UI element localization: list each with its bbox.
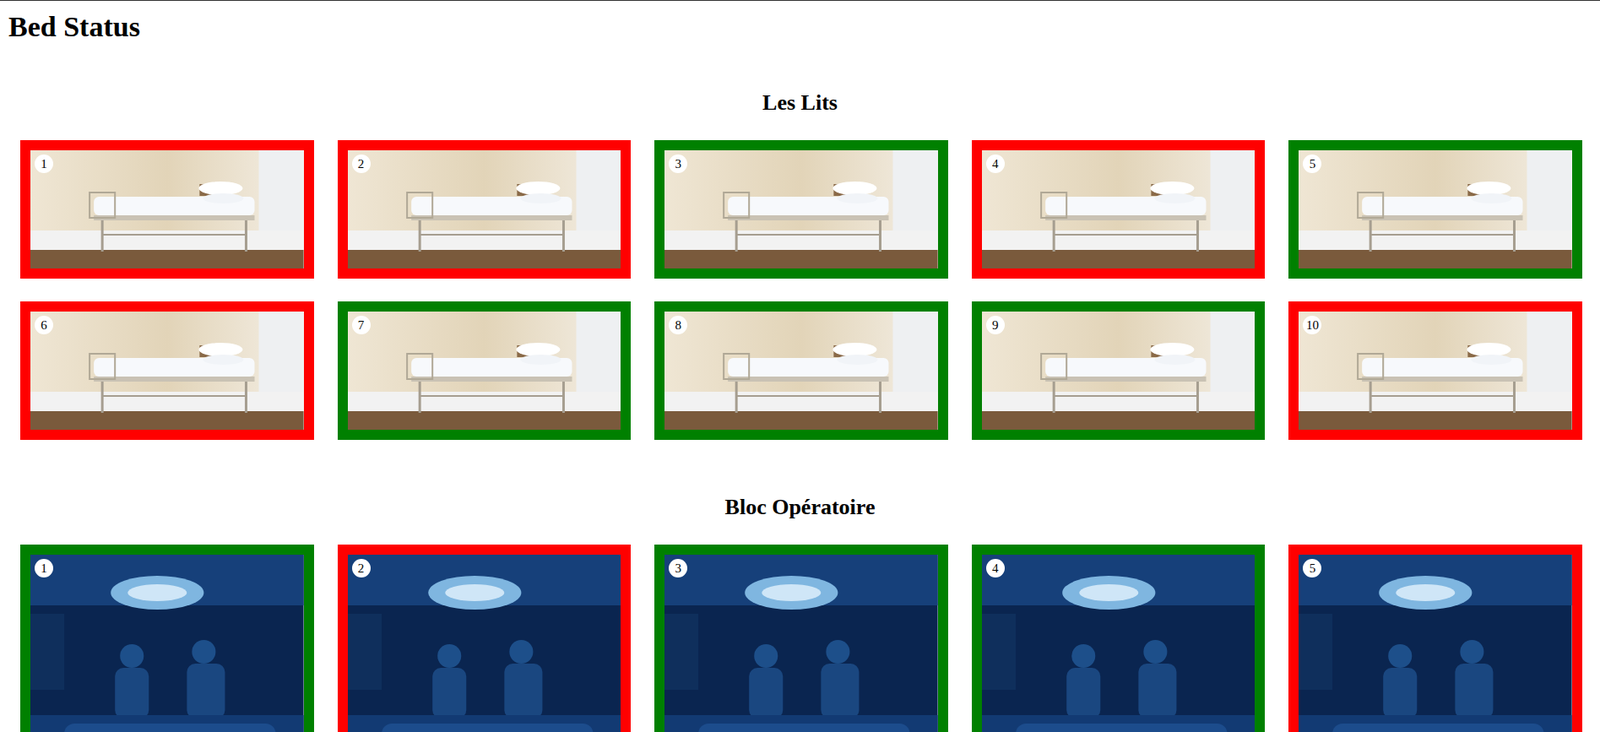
bed-photo — [981, 150, 1256, 269]
bed-photo — [981, 311, 1256, 430]
bed-card[interactable]: 2 — [337, 140, 632, 279]
bed-photo — [347, 150, 622, 269]
bed-card[interactable]: 5 — [1288, 140, 1583, 279]
operating-room-card[interactable]: 2 — [337, 544, 632, 732]
bed-photo — [664, 311, 939, 430]
page: Bed Status Les Lits 1 2 3 4 5 6 7 8 9 10 Bloc Opérat… — [0, 0, 1600, 732]
operating-room-photo — [30, 554, 304, 732]
number-badge: 9 — [986, 315, 1005, 335]
bed-photo — [1298, 311, 1573, 430]
bed-photo — [1298, 150, 1573, 269]
number-badge: 6 — [34, 315, 54, 335]
operating-room-photo — [981, 554, 1256, 732]
page-title: Bed Status — [8, 10, 1600, 44]
number-badge: 1 — [34, 558, 54, 578]
number-badge: 7 — [352, 315, 371, 335]
number-badge: 2 — [352, 558, 371, 578]
operating-room-card[interactable]: 5 — [1288, 544, 1583, 732]
number-badge: 2 — [352, 154, 371, 174]
bed-photo — [347, 311, 622, 430]
section-title: Les Lits — [0, 90, 1600, 116]
status-section: Bloc Opératoire 1 2 3 4 5 — [0, 494, 1600, 732]
operating-room-card[interactable]: 1 — [20, 544, 315, 732]
bed-card[interactable]: 10 — [1288, 301, 1583, 440]
status-section: Les Lits 1 2 3 4 5 6 7 8 9 10 — [0, 90, 1600, 440]
card-grid: 1 2 3 4 5 — [0, 544, 1600, 732]
operating-room-photo — [1298, 554, 1573, 732]
number-badge: 1 — [34, 154, 54, 174]
bed-card[interactable]: 6 — [20, 301, 315, 440]
bed-photo — [30, 150, 304, 269]
bed-card[interactable]: 3 — [654, 140, 949, 279]
operating-room-photo — [347, 554, 622, 732]
number-badge: 4 — [986, 154, 1005, 174]
operating-room-card[interactable]: 4 — [971, 544, 1266, 732]
number-badge: 4 — [986, 558, 1005, 578]
card-grid: 1 2 3 4 5 6 7 8 9 10 — [0, 140, 1600, 440]
section-title: Bloc Opératoire — [0, 494, 1600, 521]
bed-card[interactable]: 8 — [654, 301, 949, 440]
operating-room-card[interactable]: 3 — [654, 544, 949, 732]
bed-card[interactable]: 1 — [20, 140, 315, 279]
bed-card[interactable]: 7 — [337, 301, 632, 440]
operating-room-photo — [664, 554, 939, 732]
bed-photo — [664, 150, 939, 269]
bed-card[interactable]: 9 — [971, 301, 1266, 440]
bed-card[interactable]: 4 — [971, 140, 1266, 279]
bed-photo — [30, 311, 304, 430]
